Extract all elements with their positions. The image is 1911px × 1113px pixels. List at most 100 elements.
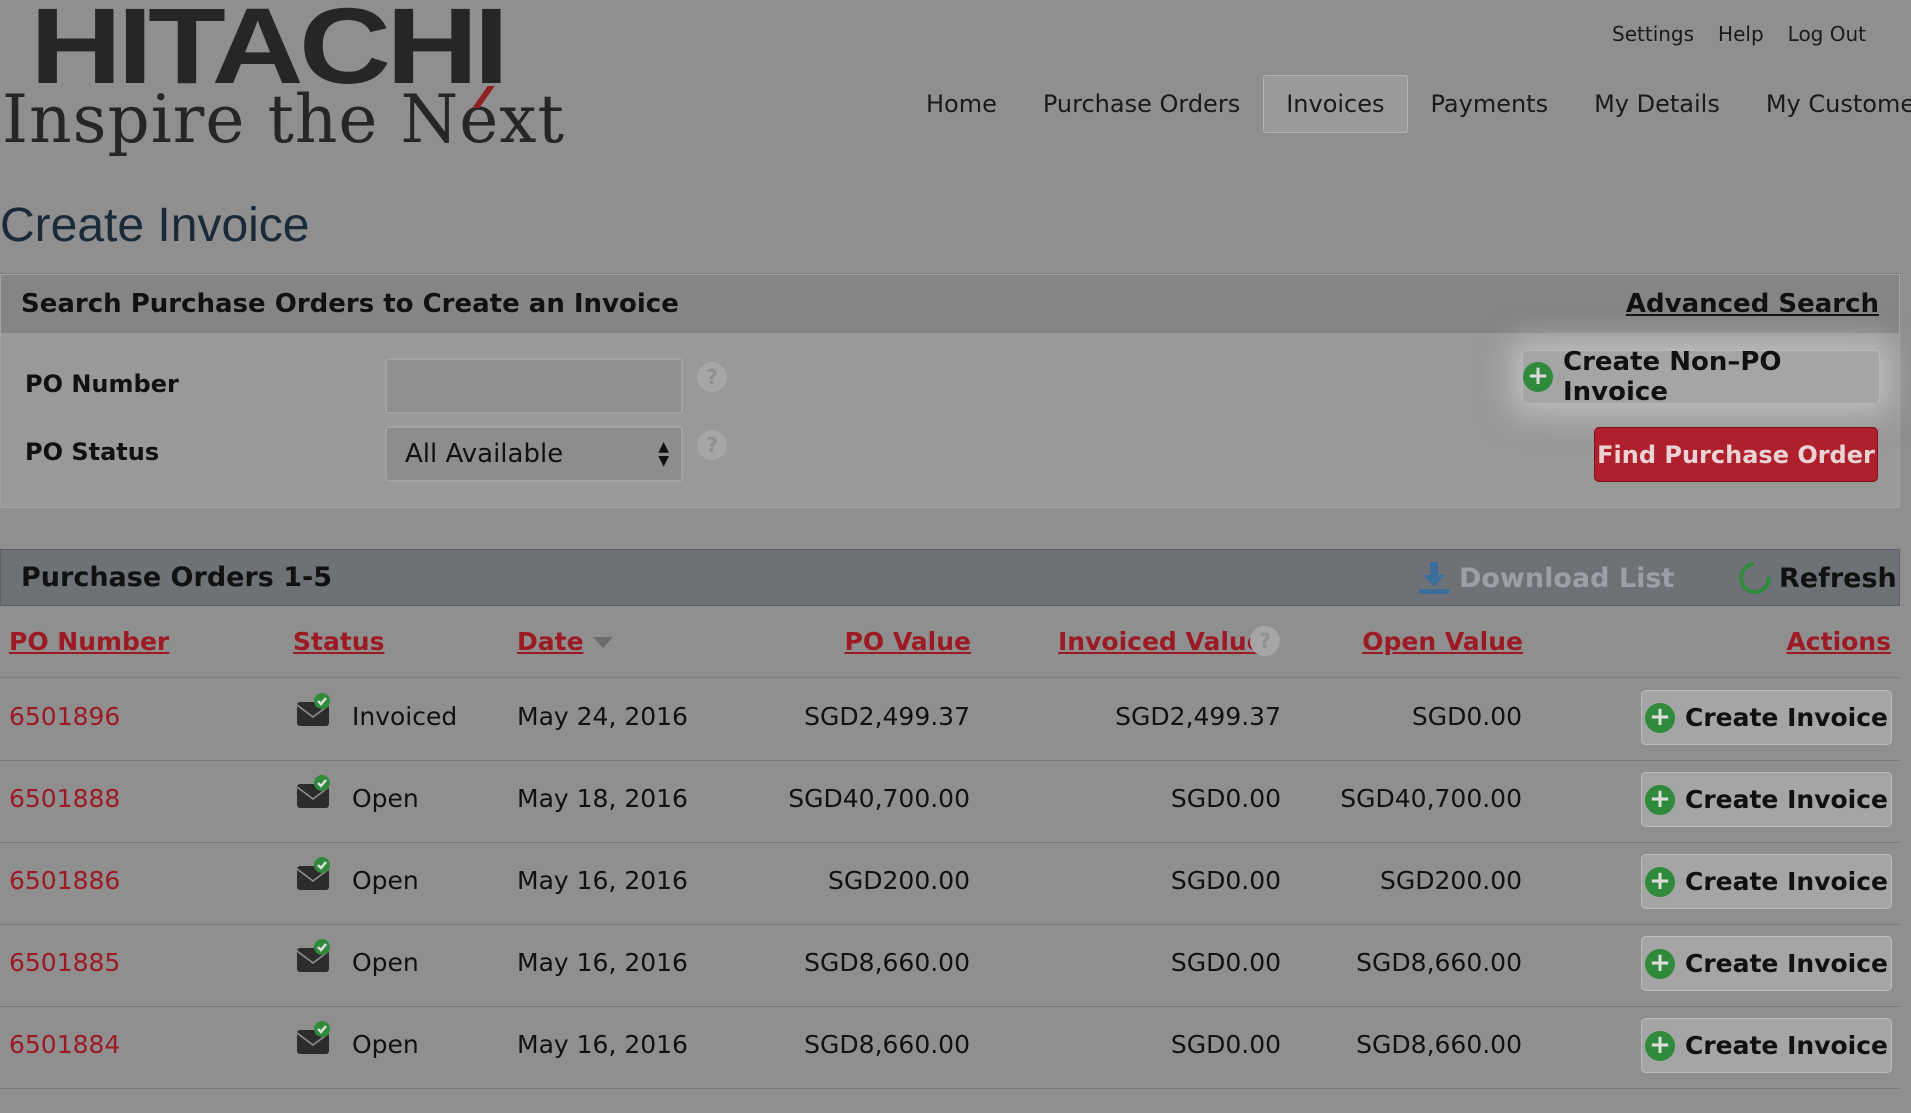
- invoiced-value: SGD0.00: [1170, 948, 1281, 977]
- col-head-date[interactable]: Date: [517, 627, 584, 656]
- po-date: May 18, 2016: [517, 784, 688, 813]
- col-head-open-value[interactable]: Open Value: [1362, 627, 1523, 656]
- envelope-check-icon: [297, 939, 330, 972]
- status-label: Open: [352, 948, 419, 977]
- plus-circle-icon: +: [1644, 948, 1675, 979]
- plus-circle-icon: +: [1644, 702, 1675, 733]
- po-value: SGD40,700.00: [788, 784, 970, 813]
- invoiced-value-help-icon[interactable]: ?: [1250, 626, 1280, 656]
- find-purchase-order-label: Find Purchase Order: [1597, 440, 1875, 469]
- create-invoice-button[interactable]: + Create Invoice: [1641, 1018, 1892, 1073]
- po-status-label: PO Status: [25, 438, 160, 466]
- col-head-status[interactable]: Status: [293, 627, 384, 656]
- po-date: May 24, 2016: [517, 702, 688, 731]
- status-label: Open: [352, 866, 419, 895]
- status-label: Open: [352, 784, 419, 813]
- hitachi-logo[interactable]: HITACHI Inspire the Next: [0, 0, 564, 160]
- po-number-link[interactable]: 6501885: [9, 948, 120, 977]
- table-row: 6501884 Open May 16, 2016 SGD8,660.00 SG…: [0, 1006, 1900, 1089]
- po-number-link[interactable]: 6501886: [9, 866, 120, 895]
- logout-link[interactable]: Log Out: [1788, 22, 1866, 46]
- plus-circle-icon: +: [1644, 866, 1675, 897]
- refresh-icon: [1732, 555, 1778, 601]
- open-value: SGD200.00: [1380, 866, 1522, 895]
- table-row: 6501896 Invoiced May 24, 2016 SGD2,499.3…: [0, 678, 1900, 761]
- invoiced-value: SGD0.00: [1170, 866, 1281, 895]
- envelope-check-icon: [297, 857, 330, 890]
- open-value: SGD8,660.00: [1356, 948, 1522, 977]
- refresh-button[interactable]: Refresh: [1732, 555, 1897, 601]
- plus-circle-icon: +: [1644, 784, 1675, 815]
- po-number-input[interactable]: [385, 358, 683, 414]
- create-invoice-button[interactable]: + Create Invoice: [1641, 854, 1892, 909]
- po-value: SGD2,499.37: [804, 702, 970, 731]
- nav-my-customer[interactable]: My Customer: [1743, 75, 1911, 133]
- open-value: SGD40,700.00: [1340, 784, 1522, 813]
- find-purchase-order-button[interactable]: Find Purchase Order: [1594, 427, 1878, 482]
- po-status-selected-value: All Available: [405, 439, 564, 469]
- col-head-po-number[interactable]: PO Number: [9, 627, 169, 656]
- nav-home[interactable]: Home: [903, 75, 1020, 133]
- po-value: SGD8,660.00: [804, 1030, 970, 1059]
- po-number-help-icon[interactable]: ?: [697, 362, 727, 392]
- plus-circle-icon: +: [1523, 362, 1553, 392]
- create-invoice-label: Create Invoice: [1684, 785, 1889, 814]
- download-icon: [1419, 562, 1449, 594]
- plus-circle-icon: +: [1644, 1030, 1675, 1061]
- nav-purchase-orders[interactable]: Purchase Orders: [1020, 75, 1263, 133]
- table-row: 6501886 Open May 16, 2016 SGD200.00 SGD0…: [0, 842, 1900, 925]
- create-invoice-label: Create Invoice: [1684, 867, 1889, 896]
- po-number-link[interactable]: 6501884: [9, 1030, 120, 1059]
- create-non-po-invoice-label: Create Non–PO Invoice: [1563, 347, 1782, 407]
- nav-invoices[interactable]: Invoices: [1263, 75, 1408, 133]
- status-label: Invoiced: [352, 702, 458, 731]
- nav-payments[interactable]: Payments: [1408, 75, 1572, 133]
- status-label: Open: [352, 1030, 419, 1059]
- advanced-search-link[interactable]: Advanced Search: [1626, 289, 1879, 319]
- envelope-check-icon: [297, 1021, 330, 1054]
- po-date: May 16, 2016: [517, 1030, 688, 1059]
- search-panel-title: Search Purchase Orders to Create an Invo…: [21, 289, 679, 319]
- page-title: Create Invoice: [0, 199, 310, 252]
- col-head-actions: Actions: [1786, 627, 1891, 656]
- invoiced-value: SGD0.00: [1170, 784, 1281, 813]
- po-number-link[interactable]: 6501888: [9, 784, 120, 813]
- po-number-label: PO Number: [25, 370, 179, 398]
- po-number-link[interactable]: 6501896: [9, 702, 120, 731]
- po-date: May 16, 2016: [517, 866, 688, 895]
- create-invoice-label: Create Invoice: [1684, 1031, 1889, 1060]
- create-invoice-button[interactable]: + Create Invoice: [1641, 936, 1892, 991]
- open-value: SGD0.00: [1411, 702, 1522, 731]
- create-invoice-button[interactable]: + Create Invoice: [1641, 690, 1892, 745]
- utility-links: Settings Help Log Out: [1612, 22, 1866, 46]
- po-value: SGD8,660.00: [804, 948, 970, 977]
- sort-desc-icon[interactable]: [593, 637, 613, 648]
- invoiced-value: SGD0.00: [1170, 1030, 1281, 1059]
- po-status-help-icon[interactable]: ?: [697, 430, 727, 460]
- create-invoice-label: Create Invoice: [1684, 703, 1889, 732]
- download-list-button[interactable]: Download List: [1419, 562, 1674, 594]
- create-non-po-invoice-button[interactable]: + Create Non–PO Invoice: [1522, 347, 1880, 407]
- results-header: Purchase Orders 1-5 Download List Refres…: [0, 549, 1900, 606]
- settings-link[interactable]: Settings: [1612, 22, 1694, 46]
- envelope-check-icon: [297, 775, 330, 808]
- help-link[interactable]: Help: [1718, 22, 1764, 46]
- table-row: 6501888 Open May 18, 2016 SGD40,700.00 S…: [0, 760, 1900, 843]
- po-status-select[interactable]: All Available ▲ ▼: [385, 426, 683, 482]
- invoiced-value: SGD2,499.37: [1115, 702, 1281, 731]
- open-value: SGD8,660.00: [1356, 1030, 1522, 1059]
- create-invoice-label: Create Invoice: [1684, 949, 1889, 978]
- table-row: 6501885 Open May 16, 2016 SGD8,660.00 SG…: [0, 924, 1900, 1007]
- main-nav: Home Purchase Orders Invoices Payments M…: [903, 75, 1911, 133]
- refresh-label: Refresh: [1779, 562, 1897, 594]
- col-head-invoiced-value[interactable]: Invoiced Value: [1058, 627, 1264, 656]
- po-date: May 16, 2016: [517, 948, 688, 977]
- nav-my-details[interactable]: My Details: [1571, 75, 1743, 133]
- create-invoice-button[interactable]: + Create Invoice: [1641, 772, 1892, 827]
- search-panel-header: Search Purchase Orders to Create an Invo…: [1, 275, 1899, 333]
- col-head-po-value[interactable]: PO Value: [845, 627, 971, 656]
- select-arrows-icon: ▲ ▼: [658, 439, 669, 469]
- envelope-check-icon: [297, 693, 330, 726]
- results-title: Purchase Orders 1-5: [21, 562, 333, 593]
- download-list-label: Download List: [1459, 562, 1675, 594]
